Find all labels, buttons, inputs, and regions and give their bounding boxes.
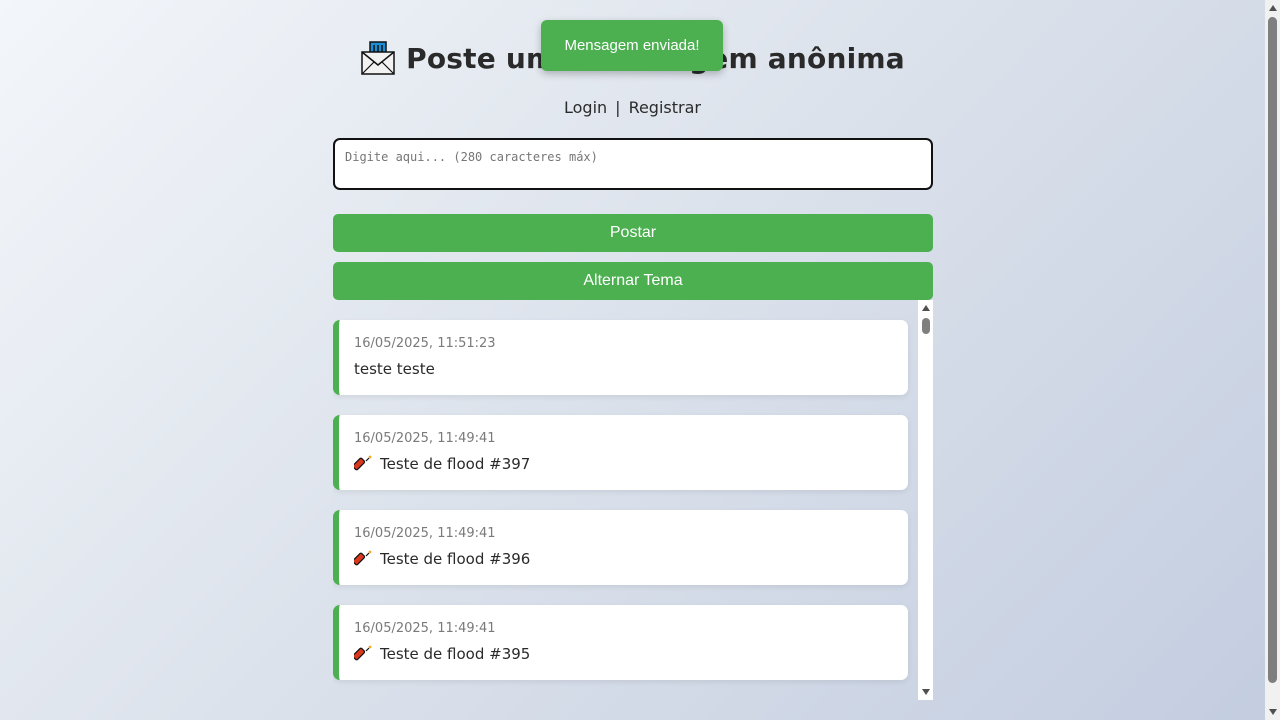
message-feed: 16/05/2025, 11:51:23 teste teste 16/05/2… bbox=[333, 300, 933, 700]
message-input[interactable] bbox=[333, 138, 933, 190]
message-body: teste teste bbox=[354, 360, 435, 378]
page-scrollbar-thumb[interactable] bbox=[1268, 17, 1277, 683]
feed-scrollbar-thumb[interactable] bbox=[922, 318, 930, 334]
message-text: teste teste bbox=[354, 360, 893, 378]
message-text: Teste de flood #397 bbox=[354, 455, 893, 473]
scroll-down-arrow-icon[interactable] bbox=[922, 689, 930, 695]
message-text: Teste de flood #396 bbox=[354, 550, 893, 568]
message-list: 16/05/2025, 11:51:23 teste teste 16/05/2… bbox=[333, 320, 908, 700]
auth-separator: | bbox=[615, 98, 621, 117]
post-button[interactable]: Postar bbox=[333, 214, 933, 252]
page-scrollbar[interactable] bbox=[1265, 0, 1280, 720]
toast-notification: Mensagem enviada! bbox=[541, 20, 723, 71]
page-scroll-up-arrow-icon[interactable] bbox=[1269, 5, 1277, 11]
message-body: Teste de flood #397 bbox=[380, 455, 531, 473]
message-timestamp: 16/05/2025, 11:49:41 bbox=[354, 526, 496, 541]
scroll-up-arrow-icon[interactable] bbox=[922, 305, 930, 311]
message-card: 16/05/2025, 11:49:41 Teste de flood #397 bbox=[333, 415, 908, 490]
page-scroll-down-arrow-icon[interactable] bbox=[1269, 709, 1277, 715]
message-timestamp: 16/05/2025, 11:49:41 bbox=[354, 431, 496, 446]
toggle-theme-button[interactable]: Alternar Tema bbox=[333, 262, 933, 300]
envelope-icon bbox=[361, 41, 395, 75]
firecracker-icon bbox=[354, 645, 372, 661]
message-card: 16/05/2025, 11:51:23 teste teste bbox=[333, 320, 908, 395]
message-card: 16/05/2025, 11:49:41 Teste de flood #396 bbox=[333, 510, 908, 585]
message-body: Teste de flood #396 bbox=[380, 550, 531, 568]
message-card: 16/05/2025, 11:49:41 Teste de flood #395 bbox=[333, 605, 908, 680]
firecracker-icon bbox=[354, 550, 372, 566]
feed-scrollbar[interactable] bbox=[918, 300, 933, 700]
auth-links: Login | Registrar bbox=[0, 98, 1265, 117]
firecracker-icon bbox=[354, 455, 372, 471]
login-link[interactable]: Login bbox=[564, 98, 607, 117]
message-body: Teste de flood #395 bbox=[380, 645, 531, 663]
register-link[interactable]: Registrar bbox=[629, 98, 701, 117]
message-timestamp: 16/05/2025, 11:51:23 bbox=[354, 336, 496, 351]
message-timestamp: 16/05/2025, 11:49:41 bbox=[354, 621, 496, 636]
message-text: Teste de flood #395 bbox=[354, 645, 893, 663]
